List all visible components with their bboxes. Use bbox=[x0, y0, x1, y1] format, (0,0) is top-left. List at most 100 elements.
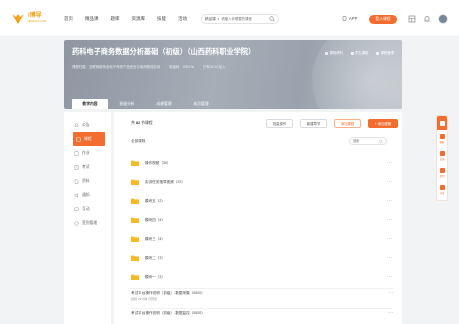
sidebar-item-course[interactable]: 课程 bbox=[73, 132, 105, 146]
nav-item-courses[interactable]: 精品课 bbox=[85, 16, 99, 22]
sidebar-item-homework[interactable]: 作业 bbox=[64, 146, 111, 160]
folder-name: 模块五（2） bbox=[145, 198, 165, 203]
floating-item-checkin[interactable]: 签到 bbox=[437, 164, 447, 181]
more-options-icon[interactable]: ··· bbox=[388, 310, 393, 316]
more-options-icon[interactable]: ··· bbox=[387, 274, 394, 280]
course-banner: 药科电子商务数据分析基础（初级）（山西药科职业学院） 课程归属：互联网新商业电子… bbox=[64, 40, 402, 109]
course-title: 药科电子商务数据分析基础（初级）（山西药科职业学院） bbox=[72, 47, 256, 56]
search-icon[interactable] bbox=[379, 139, 383, 144]
folder-icon bbox=[131, 255, 139, 261]
tab-grade-management[interactable]: 成绩管理 bbox=[146, 99, 182, 109]
course-meta: 课程归属：互联网新商业电子商务产品安全与电商物流实训 班级码：035176 已有… bbox=[72, 64, 235, 69]
list-item[interactable]: 模块四（4） ··· bbox=[131, 213, 393, 227]
chevron-down-icon: ▾ bbox=[217, 17, 220, 21]
add-course-button[interactable]: 添加课程 bbox=[334, 119, 361, 128]
add-video-button[interactable]: + 添加视频 bbox=[368, 119, 398, 128]
list-item[interactable]: 模块五（2） ··· bbox=[131, 194, 393, 208]
brand-logo[interactable]: i博导 IBODAO.COM bbox=[10, 11, 46, 25]
list-item[interactable]: 模块三（4） ··· bbox=[131, 232, 393, 246]
folder-name: 模块三（4） bbox=[145, 236, 165, 241]
folder-icon bbox=[131, 160, 139, 166]
folder-name: 模块四（4） bbox=[145, 217, 165, 222]
folder-icon bbox=[131, 198, 139, 204]
student-course-link[interactable]: 学生课程 bbox=[350, 50, 368, 55]
more-options-icon[interactable]: ··· bbox=[387, 198, 394, 204]
top-bar: i博导 IBODAO.COM 首页 精品课 题库 资源库 技能 活动 精品课 ▾… bbox=[0, 0, 459, 37]
sidebar-item-notice[interactable]: 通知 bbox=[64, 188, 111, 202]
nav-item-question-bank[interactable]: 题库 bbox=[111, 16, 120, 22]
grid-icon[interactable] bbox=[408, 15, 416, 23]
file-icon bbox=[74, 178, 79, 184]
folder-icon bbox=[131, 179, 139, 185]
feedback-icon bbox=[439, 150, 445, 156]
floating-item-service[interactable]: 客服 bbox=[437, 130, 447, 147]
more-options-icon[interactable]: ··· bbox=[387, 255, 394, 261]
sidebar-item-checkin[interactable]: 签到管理 bbox=[64, 216, 111, 230]
bell-icon bbox=[74, 123, 79, 127]
more-options-icon[interactable]: ··· bbox=[387, 179, 394, 185]
folder-icon bbox=[131, 236, 139, 242]
course-meta-class-code: 班级码：035176 bbox=[169, 65, 195, 69]
floating-toolbar-header[interactable] bbox=[437, 116, 447, 130]
course-manage-link[interactable]: 课程管理 bbox=[376, 50, 394, 55]
folder-name: 模块二（3） bbox=[145, 255, 165, 260]
sidebar-item-materials[interactable]: 资料 bbox=[64, 174, 111, 188]
checkin-icon bbox=[439, 167, 445, 173]
list-item[interactable]: 模块一（3） ··· bbox=[131, 270, 393, 284]
circle-icon bbox=[376, 51, 380, 55]
tab-class-analysis[interactable]: 班级分析 bbox=[109, 99, 145, 109]
nav-item-skills[interactable]: 技能 bbox=[157, 16, 166, 22]
list-item[interactable]: 实训任务指导视频（22） ··· bbox=[131, 175, 393, 189]
list-item[interactable]: 模块二（3） ··· bbox=[131, 251, 393, 265]
sidebar-item-exam[interactable]: 考试 bbox=[64, 160, 111, 174]
tab-teaching-content[interactable]: 教学内容 bbox=[72, 99, 108, 109]
nav-item-resources[interactable]: 资源库 bbox=[132, 16, 146, 22]
sidebar-item-interaction[interactable]: 互动 bbox=[64, 202, 111, 216]
global-search: 精品课 ▾ bbox=[201, 14, 279, 24]
folder-icon bbox=[131, 274, 139, 280]
app-label: APP bbox=[349, 16, 358, 21]
app-download-link[interactable]: APP bbox=[342, 16, 357, 21]
course-sidebar: 公告 课程 作业 考试 资料 通知 互动 签到管理 bbox=[64, 112, 111, 324]
notification-bell-icon[interactable] bbox=[423, 15, 431, 23]
floating-item-share[interactable]: 分享 bbox=[437, 181, 447, 198]
course-materials-link[interactable]: 课程资料 bbox=[325, 50, 343, 55]
batch-operation-button[interactable]: 批量操作 bbox=[266, 119, 293, 128]
homework-icon bbox=[74, 150, 79, 156]
content-search bbox=[349, 137, 387, 145]
search-icon[interactable] bbox=[269, 16, 275, 22]
headset-icon bbox=[439, 120, 445, 126]
user-avatar[interactable] bbox=[438, 14, 448, 24]
nav-item-home[interactable]: 首页 bbox=[64, 16, 73, 22]
divider bbox=[131, 288, 393, 289]
more-options-icon[interactable]: ··· bbox=[387, 236, 394, 242]
table-row[interactable]: 考试平台操作说明（初级）-数据采集（0520） 视频 23分钟 可预览 ··· bbox=[131, 290, 393, 306]
lesson-count: 共 82 节课程 bbox=[131, 121, 153, 125]
phone-icon bbox=[342, 16, 347, 21]
enter-course-button[interactable]: 登入课程 bbox=[369, 15, 397, 24]
floating-item-feedback[interactable]: 反馈 bbox=[437, 147, 447, 164]
course-tabs: 教学内容 班级分析 成绩管理 成员管理 bbox=[72, 99, 220, 109]
course-icon bbox=[76, 137, 81, 141]
video-name: 考试平台操作说明（初级）-数据监控（0520） bbox=[131, 311, 205, 315]
search-input[interactable] bbox=[221, 17, 262, 21]
more-options-icon[interactable]: ··· bbox=[387, 217, 394, 223]
brand-logo-icon bbox=[12, 13, 24, 24]
table-row[interactable]: 考试平台操作说明（初级）-数据监控（0520） ··· bbox=[131, 310, 393, 324]
more-options-icon[interactable]: ··· bbox=[387, 160, 394, 166]
floating-toolbar: 客服 反馈 签到 分享 bbox=[436, 115, 448, 201]
folder-name: 操作视频（30） bbox=[145, 160, 171, 165]
new-chapter-button[interactable]: 新建章节 bbox=[300, 119, 327, 128]
sidebar-item-announcement[interactable]: 公告 bbox=[64, 118, 111, 132]
breadcrumb[interactable]: 全部课程 bbox=[131, 139, 145, 144]
divider bbox=[131, 308, 393, 309]
share-icon bbox=[439, 184, 445, 190]
search-scope-select[interactable]: 精品课 bbox=[205, 17, 216, 22]
content-search-input[interactable] bbox=[353, 139, 379, 143]
video-name: 考试平台操作说明（初级）-数据采集（0520） bbox=[131, 291, 205, 295]
more-options-icon[interactable]: ··· bbox=[388, 290, 393, 296]
lesson-count-value: 82 bbox=[135, 121, 141, 125]
list-item[interactable]: 操作视频（30） ··· bbox=[131, 156, 393, 170]
nav-item-events[interactable]: 活动 bbox=[178, 16, 187, 22]
tab-member-management[interactable]: 成员管理 bbox=[183, 99, 219, 109]
